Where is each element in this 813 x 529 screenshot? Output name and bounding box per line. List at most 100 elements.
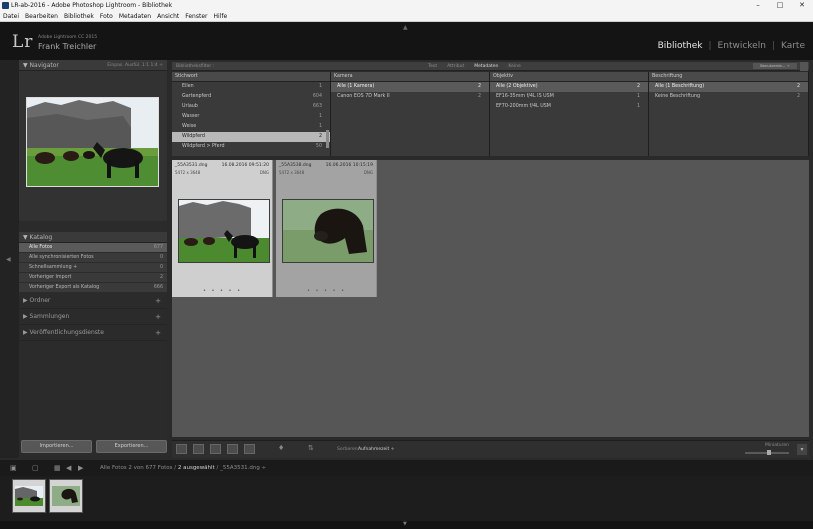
module-entwickeln[interactable]: Entwickeln: [718, 41, 766, 51]
filmstrip-source-path[interactable]: Alle Fotos 2 von 677 Fotos / 2 ausgewähl…: [100, 460, 266, 476]
navigator-header[interactable]: ▼ Navigator Einpas. Ausfül. 1:1 1:4 ÷: [19, 60, 167, 71]
menu-bearbeiten[interactable]: Bearbeiten: [25, 11, 58, 21]
filter-tabs: Text Attribut Metadaten Keine: [428, 62, 521, 71]
catalog-item-label: Alle Fotos: [29, 245, 53, 250]
filter-tab-metadata[interactable]: Metadaten: [474, 62, 498, 71]
bottom-panel-edge[interactable]: ▼: [0, 521, 813, 529]
navigator-photo[interactable]: [26, 97, 159, 187]
close-button[interactable]: ✕: [791, 0, 813, 11]
add-collection-icon[interactable]: +: [155, 309, 161, 325]
photo-thumbnail[interactable]: [282, 199, 374, 263]
cell-date: 16.08.2016 09:51:20: [221, 163, 269, 168]
filter-tab-attribute[interactable]: Attribut: [447, 62, 464, 71]
toolbar-menu-icon[interactable]: ▾: [797, 444, 807, 455]
grid-shortcut-icon[interactable]: ▦: [54, 464, 61, 472]
filter-preset-select[interactable]: Benutzerde... ÷: [753, 63, 797, 69]
catalog-header[interactable]: ▼ Katalog: [19, 232, 167, 243]
catalog-item-previous-import[interactable]: Vorheriger Import 2: [19, 273, 167, 283]
column-header[interactable]: Objektiv: [490, 72, 648, 82]
panel-publish-services[interactable]: ▶ Veröffentlichungsdienste +: [19, 325, 167, 341]
filter-row[interactable]: EF70-200mm f/4L USM 1: [490, 102, 648, 112]
cell-date: 16.06.2016 10:15:19: [325, 163, 373, 168]
back-arrow-icon[interactable]: ◀: [66, 464, 71, 472]
panel-folders[interactable]: ▶ Ordner +: [19, 293, 167, 309]
import-button[interactable]: Importieren...: [21, 440, 92, 453]
filter-row-selected[interactable]: Alle (1 Beschriftung) 2: [649, 82, 808, 92]
photo-thumbnail[interactable]: [178, 199, 270, 263]
menu-fenster[interactable]: Fenster: [185, 11, 207, 21]
sort-select[interactable]: Aufnahmezeit ÷: [358, 441, 394, 458]
second-window-icon[interactable]: ▢: [32, 464, 39, 472]
panel-collections[interactable]: ▶ Sammlungen +: [19, 309, 167, 325]
filter-row-count: 1: [636, 104, 640, 109]
filter-row-count: 2: [318, 134, 322, 139]
filter-tab-none[interactable]: Keine: [508, 62, 520, 71]
add-publish-service-icon[interactable]: +: [155, 325, 161, 341]
rating-stars[interactable]: • • • • •: [172, 288, 273, 294]
loupe-view-icon[interactable]: [193, 444, 204, 454]
thumbnail-size-knob[interactable]: [767, 450, 771, 455]
filter-row[interactable]: Urlaub 663: [172, 102, 330, 112]
filter-row[interactable]: Canon EOS 7D Mark II 2: [331, 92, 489, 102]
sort-direction-icon[interactable]: ⇅: [308, 444, 319, 454]
catalog-item-previous-export[interactable]: Vorheriger Export als Katalog 666: [19, 283, 167, 293]
filter-lock-icon[interactable]: [800, 62, 808, 71]
horses-thumbnail-image: [179, 200, 269, 262]
grid-cell[interactable]: _55A3531.dng 16.08.2016 09:51:20 5472 x …: [172, 160, 273, 297]
filter-row[interactable]: Wildpferd > Pferd 50: [172, 142, 330, 152]
people-view-icon[interactable]: [244, 444, 255, 454]
catalog-item-quick-collection[interactable]: Schnellsammlung + 0: [19, 263, 167, 273]
filmstrip[interactable]: [0, 476, 813, 521]
catalog-item-synced-photos[interactable]: Alle synchronisierten Fotos 0: [19, 253, 167, 263]
compare-view-icon[interactable]: [210, 444, 221, 454]
rating-stars[interactable]: • • • • •: [276, 288, 377, 294]
filmstrip-thumbnail[interactable]: [12, 479, 46, 513]
menu-ansicht[interactable]: Ansicht: [157, 11, 179, 21]
grid-view-icon[interactable]: [176, 444, 187, 454]
main-window-icon[interactable]: ▣: [10, 464, 17, 472]
collapse-left-arrow-icon[interactable]: ◀: [6, 256, 11, 263]
left-panel-edge[interactable]: ◀: [0, 60, 19, 458]
grid-cell[interactable]: _55A3538.dng 16.06.2016 10:15:19 5472 x …: [276, 160, 377, 297]
filter-row-count: 1: [318, 84, 322, 89]
menu-datei[interactable]: Datei: [3, 11, 19, 21]
filmstrip-thumbnail[interactable]: [49, 479, 83, 513]
collapse-top-arrow-icon[interactable]: ▲: [403, 24, 408, 31]
collapse-bottom-arrow-icon[interactable]: ▼: [403, 521, 407, 527]
column-header[interactable]: Kamera: [331, 72, 489, 82]
filter-row-selected[interactable]: Alle (1 Kamera) 2: [331, 82, 489, 92]
navigator-zoom-options[interactable]: Einpas. Ausfül. 1:1 1:4 ÷: [107, 60, 163, 71]
filter-row[interactable]: Weise 1: [172, 122, 330, 132]
menu-foto[interactable]: Foto: [100, 11, 113, 21]
catalog-item-label: Alle synchronisierten Fotos: [29, 255, 94, 260]
filter-row[interactable]: Keine Beschriftung 2: [649, 92, 808, 102]
export-button[interactable]: Exportieren...: [96, 440, 167, 453]
filter-row[interactable]: Wasser 1: [172, 112, 330, 122]
filter-row-label: EF70-200mm f/4L USM: [496, 104, 551, 109]
minimize-button[interactable]: –: [747, 0, 769, 11]
filter-row[interactable]: Eilen 1: [172, 82, 330, 92]
filter-row-selected[interactable]: Alle (2 Objektive) 2: [490, 82, 648, 92]
add-folder-icon[interactable]: +: [155, 293, 161, 309]
column-header[interactable]: Beschriftung: [649, 72, 808, 82]
cell-filename: _55A3531.dng: [175, 163, 208, 168]
forward-arrow-icon[interactable]: ▶: [78, 464, 83, 472]
grid-view[interactable]: _55A3531.dng 16.08.2016 09:51:20 5472 x …: [172, 160, 809, 437]
filter-row[interactable]: EF16-35mm f/4L IS USM 1: [490, 92, 648, 102]
survey-view-icon[interactable]: [227, 444, 238, 454]
menu-bibliothek[interactable]: Bibliothek: [64, 11, 94, 21]
navigator-preview[interactable]: [19, 71, 167, 221]
menu-metadaten[interactable]: Metadaten: [119, 11, 151, 21]
menu-hilfe[interactable]: Hilfe: [214, 11, 228, 21]
maximize-button[interactable]: □: [769, 0, 791, 11]
spray-can-icon[interactable]: ♦: [278, 444, 289, 454]
module-bibliothek[interactable]: Bibliothek: [658, 41, 703, 51]
catalog-item-all-photos[interactable]: Alle Fotos 677: [19, 243, 167, 253]
filter-row[interactable]: Gartenpferd 604: [172, 92, 330, 102]
keyword-scrollbar[interactable]: [326, 130, 329, 148]
filter-row-selected[interactable]: Wildpferd 2: [172, 132, 330, 142]
column-header[interactable]: Stichwort: [172, 72, 330, 82]
module-karte[interactable]: Karte: [781, 41, 805, 51]
left-panel: ▼ Navigator Einpas. Ausfül. 1:1 1:4 ÷ ▼ …: [19, 60, 167, 458]
filter-tab-text[interactable]: Text: [428, 62, 437, 71]
